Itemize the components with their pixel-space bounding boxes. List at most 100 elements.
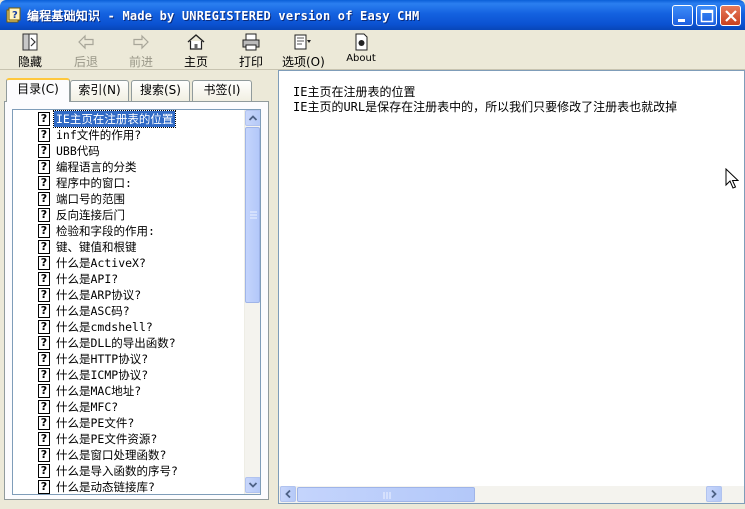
topic-page-icon: ?: [38, 352, 50, 366]
scroll-left-arrow[interactable]: [280, 486, 296, 502]
print-label: 打印: [238, 55, 263, 69]
maximize-button[interactable]: [696, 5, 717, 26]
svg-text:?: ?: [12, 10, 18, 21]
topic-page-icon: ?: [38, 464, 50, 478]
tree-item-label: 什么是ICMP协议?: [56, 368, 149, 382]
close-icon: [725, 10, 737, 22]
options-label: 选项(O): [282, 55, 325, 69]
back-label: 后退: [73, 55, 98, 69]
topic-content: IE主页在注册表的位置 IE主页的URL是保存在注册表中的，所以我们只要修改了注…: [293, 85, 677, 115]
topic-page-icon: ?: [38, 304, 50, 318]
forward-arrow-icon: [133, 34, 149, 50]
tree-item-label: 什么是MFC?: [56, 400, 119, 414]
home-icon: [187, 34, 205, 50]
scroll-up-arrow[interactable]: [245, 110, 260, 126]
tree-item-label: 什么是DLL的导出函数?: [56, 336, 176, 350]
tree-item-label: inf文件的作用?: [56, 128, 142, 142]
topic-body: IE主页的URL是保存在注册表中的，所以我们只要修改了注册表也就改掉: [293, 100, 678, 114]
toolbar: 隐藏 后退 前进 主页 打印 选项(O) About: [0, 30, 745, 70]
grip-icon: [383, 492, 391, 499]
topic-page-icon: ?: [38, 400, 50, 414]
topic-page-icon: ?: [38, 272, 50, 286]
tree-item-label: 检验和字段的作用:: [56, 224, 155, 238]
topic-page-icon: ?: [38, 160, 50, 174]
close-button[interactable]: [720, 5, 741, 26]
chevron-up-icon: [248, 115, 258, 121]
scroll-thumb[interactable]: [245, 127, 260, 303]
options-icon: [294, 34, 311, 50]
tree-list: ? IE主页在注册表的位置? inf文件的作用?? UBB代码? 编程语言的分类? 程序中…: [13, 110, 245, 494]
home-button[interactable]: 主页: [180, 32, 212, 69]
tree-item-label: 什么是HTTP协议?: [56, 352, 149, 366]
contents-tree[interactable]: ? IE主页在注册表的位置? inf文件的作用?? UBB代码? 编程语言的分类? 程序中…: [12, 109, 261, 495]
about-document-icon: [355, 33, 368, 51]
forward-label: 前进: [128, 55, 153, 69]
tree-item-label: 编程语言的分类: [56, 160, 137, 174]
topic-page-icon: ?: [38, 288, 50, 302]
topic-page-icon: ?: [38, 480, 50, 494]
print-button[interactable]: 打印: [235, 32, 267, 69]
topic-page-icon: ?: [38, 384, 50, 398]
mouse-pointer-icon: [725, 168, 739, 189]
printer-icon: [242, 33, 260, 51]
tree-item-label: 什么是API?: [56, 272, 119, 286]
about-label: About: [346, 53, 376, 64]
topic-page-icon: ?: [38, 240, 50, 254]
back-button[interactable]: 后退: [70, 32, 102, 69]
tree-item-label: 键、键值和根键: [56, 240, 137, 254]
chevron-left-icon: [285, 489, 291, 499]
maximize-icon: [700, 9, 714, 23]
tree-item-label: 什么是动态链接库?: [56, 480, 155, 494]
help-book-icon: ?: [6, 7, 21, 23]
topic-page-icon: ?: [38, 112, 50, 126]
content-horizontal-scrollbar[interactable]: [279, 486, 744, 503]
scroll-right-arrow[interactable]: [706, 486, 722, 502]
tree-item-label: 什么是MAC地址?: [56, 384, 142, 398]
tree-item-label: 什么是PE文件资源?: [56, 432, 158, 446]
tree-item-label: 什么是ActiveX?: [56, 256, 146, 270]
topic-page-icon: ?: [38, 192, 50, 206]
title-bar[interactable]: ? 编程基础知识 - Made by UNREGISTERED version …: [0, 0, 745, 30]
hide-pane-icon: [22, 33, 38, 51]
tree-item-label: 端口号的范围: [56, 192, 125, 206]
chevron-down-icon: [248, 482, 258, 488]
topic-page-icon: ?: [38, 224, 50, 238]
tab-index[interactable]: 索引(N): [70, 80, 129, 101]
about-button[interactable]: About: [343, 32, 379, 68]
tree-item-label: 程序中的窗口:: [56, 176, 132, 190]
chevron-right-icon: [711, 489, 717, 499]
window-title: 编程基础知识 - Made by UNREGISTERED version of…: [27, 9, 420, 23]
tree-vertical-scrollbar[interactable]: [244, 110, 260, 494]
minimize-button[interactable]: [672, 5, 693, 26]
tree-item-label: 什么是导入函数的序号?: [56, 464, 178, 478]
hide-button[interactable]: 隐藏: [14, 32, 46, 69]
topic-page-icon: ?: [38, 176, 50, 190]
home-label: 主页: [183, 55, 208, 69]
topic-page-icon: ?: [38, 320, 50, 334]
topic-page-icon: ?: [38, 256, 50, 270]
scroll-down-arrow[interactable]: [245, 477, 260, 493]
topic-page-icon: ?: [38, 336, 50, 350]
tab-contents[interactable]: 目录(C): [6, 78, 70, 102]
options-button[interactable]: 选项(O): [282, 32, 325, 69]
topic-page-icon: ?: [38, 416, 50, 430]
tree-item-label: 什么是窗口处理函数?: [56, 448, 167, 462]
topic-page-icon: ?: [38, 368, 50, 382]
topic-page-icon: ?: [38, 208, 50, 222]
forward-button[interactable]: 前进: [125, 32, 157, 69]
tab-bookmarks[interactable]: 书签(I): [192, 80, 252, 101]
topic-page-icon: ?: [38, 448, 50, 462]
tree-item-label: UBB代码: [56, 144, 100, 158]
tab-search[interactable]: 搜索(S): [131, 80, 190, 101]
grip-icon: [250, 211, 257, 219]
topic-content-pane[interactable]: IE主页在注册表的位置 IE主页的URL是保存在注册表中的，所以我们只要修改了注…: [278, 70, 745, 504]
tree-item-label: 什么是cmdshell?: [56, 320, 153, 334]
topic-page-icon: ?: [38, 128, 50, 142]
tree-item-label: 什么是PE文件?: [56, 416, 135, 430]
hide-label: 隐藏: [17, 55, 42, 69]
topic-heading: IE主页在注册表的位置: [293, 85, 416, 99]
horizontal-scroll-thumb[interactable]: [297, 487, 475, 502]
tree-item-label: IE主页在注册表的位置: [52, 110, 177, 128]
back-arrow-icon: [78, 34, 94, 50]
tree-item-label: 什么是ASC码?: [56, 304, 130, 318]
